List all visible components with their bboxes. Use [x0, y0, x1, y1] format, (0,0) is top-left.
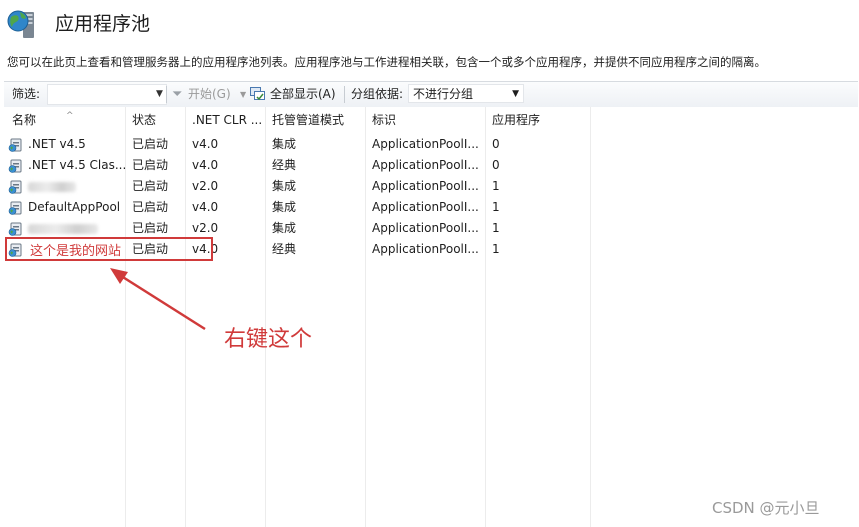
watermark: CSDN @元小旦 — [712, 499, 820, 517]
right-click-hint: 右键这个 — [224, 327, 313, 352]
annotation-arrow — [110, 268, 206, 331]
